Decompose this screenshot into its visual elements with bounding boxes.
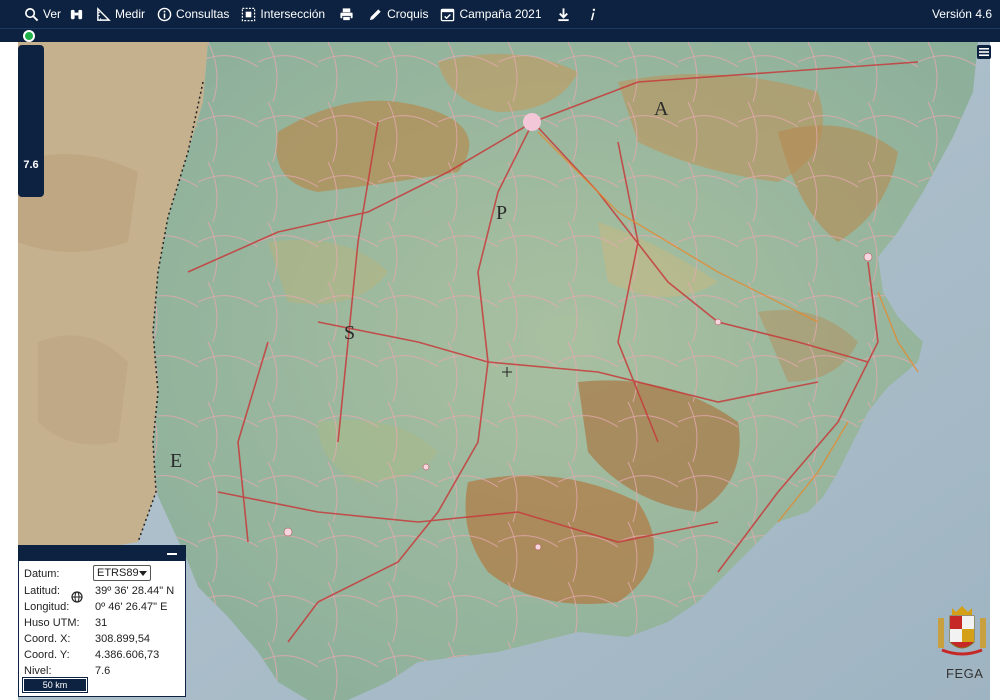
nivel-value: 7.6: [95, 665, 111, 677]
datum-select[interactable]: ETRS89: [93, 565, 151, 581]
map-label-letter: P: [496, 202, 508, 224]
datum-value: ETRS89: [97, 567, 139, 579]
map-label-letter: E: [170, 450, 183, 472]
menu-icon: [979, 48, 989, 56]
latitude-label: Latitud:: [24, 585, 61, 597]
minimize-icon[interactable]: [167, 553, 177, 555]
version-label: Versión 4.6: [931, 7, 992, 21]
coordinates-panel: Datum: ETRS89 Latitud: 39º 36' 28.44" N …: [18, 545, 186, 697]
croquis-button[interactable]: Croquis: [364, 0, 432, 28]
italic-info-icon: [590, 8, 595, 20]
scale-bar: 50 km: [22, 677, 88, 693]
coord-y-value: 4.386.606,73: [95, 649, 160, 661]
huso-label: Huso UTM:: [24, 617, 80, 629]
top-toolbar: Ver Medir Consultas Intersección Croquis…: [0, 0, 1000, 28]
binoculars-button[interactable]: [65, 0, 88, 28]
consultas-label: Consultas: [176, 7, 230, 21]
visor-app: Ver Medir Consultas Intersección Croquis…: [0, 0, 1000, 700]
coordinates-panel-header: [19, 546, 185, 561]
map-label-letter: S: [344, 322, 356, 344]
globe-icon[interactable]: [71, 591, 83, 603]
download-icon: [557, 7, 569, 21]
print-button[interactable]: [335, 0, 358, 28]
fega-logo-text: FEGA: [946, 666, 984, 681]
print-icon: [340, 7, 353, 21]
pencil-icon: [369, 8, 381, 20]
download-button[interactable]: [552, 0, 575, 28]
coord-x-value: 308.899,54: [95, 633, 151, 645]
calendar-check-icon: [441, 8, 455, 21]
status-indicator: [23, 30, 35, 42]
search-icon: [25, 7, 39, 21]
latitude-value: 39º 36' 28.44" N: [95, 585, 175, 597]
interseccion-button[interactable]: Intersección: [237, 0, 329, 28]
ver-label: Ver: [43, 7, 62, 21]
interseccion-label: Intersección: [260, 7, 326, 21]
medir-button[interactable]: Medir: [92, 0, 149, 28]
about-button[interactable]: [581, 0, 604, 28]
spain-coat-of-arms-icon: [938, 606, 986, 656]
campana-button[interactable]: Campaña 2021: [436, 0, 545, 28]
longitude-value: 0º 46' 26.47" E: [95, 601, 168, 613]
zoom-level: 7.6: [23, 159, 39, 171]
ver-button[interactable]: Ver: [20, 0, 65, 28]
coord-y-label: Coord. Y:: [24, 649, 70, 661]
zoom-panel[interactable]: 7.6: [18, 45, 44, 197]
croquis-label: Croquis: [387, 7, 429, 21]
info-icon: [157, 7, 172, 21]
chevron-down-icon: [139, 571, 147, 576]
longitude-label: Longitud:: [24, 601, 70, 613]
ruler-icon: [97, 6, 111, 21]
nivel-label: Nivel:: [24, 665, 52, 677]
status-bar: [0, 28, 1000, 42]
huso-value: 31: [95, 617, 108, 629]
datum-label: Datum:: [24, 568, 60, 580]
consultas-button[interactable]: Consultas: [153, 0, 233, 28]
intersection-icon: [242, 7, 256, 21]
layers-button[interactable]: [977, 45, 991, 59]
campana-label: Campaña 2021: [459, 7, 542, 21]
coord-x-label: Coord. X:: [24, 633, 71, 645]
map-label-letter: A: [654, 98, 669, 120]
binoculars-icon: [70, 9, 83, 19]
medir-label: Medir: [115, 7, 146, 21]
